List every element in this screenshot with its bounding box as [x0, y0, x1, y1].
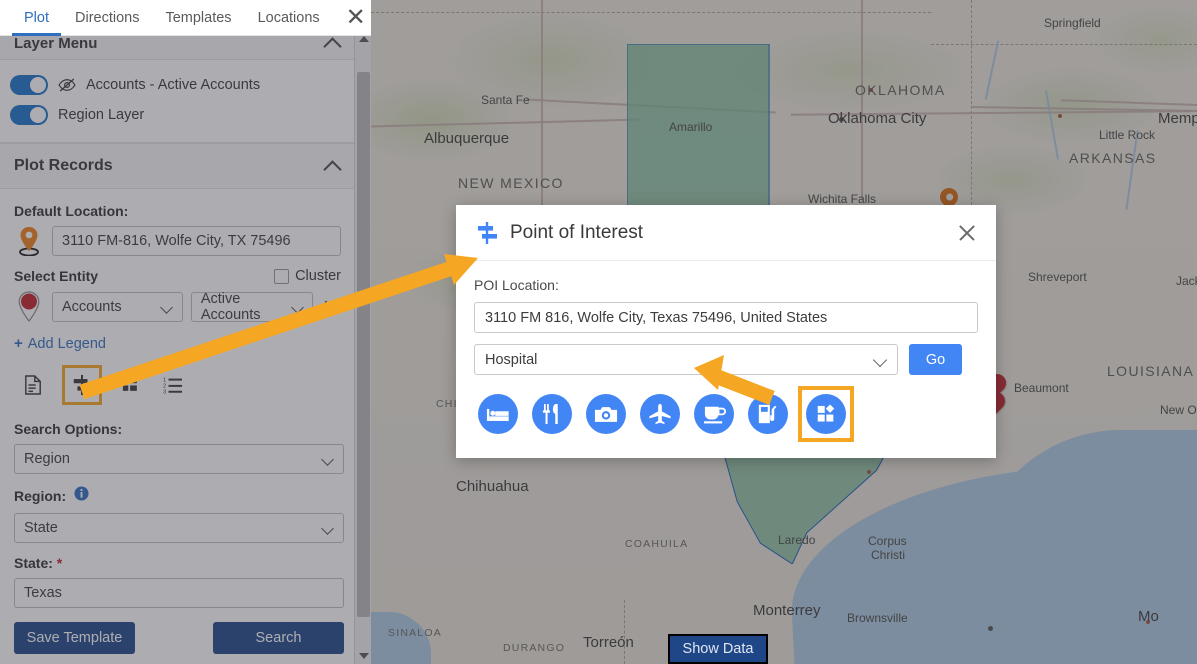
poi-signpost-icon[interactable] — [62, 365, 102, 405]
cafe-icon[interactable] — [694, 394, 734, 434]
restaurant-icon[interactable] — [532, 394, 572, 434]
tab-templates[interactable]: Templates — [165, 0, 231, 36]
region-select-value: State — [24, 520, 58, 536]
state-input[interactable] — [14, 578, 344, 608]
grid-icon[interactable] — [118, 372, 144, 398]
scroll-down-arrow-icon[interactable] — [355, 647, 371, 664]
go-button[interactable]: Go — [909, 344, 962, 375]
location-pin-icon — [14, 226, 44, 256]
lodging-icon[interactable] — [478, 394, 518, 434]
poi-chip-cafe[interactable] — [694, 394, 734, 434]
layer-label-region: Region Layer — [58, 107, 145, 123]
poi-location-input[interactable] — [474, 302, 978, 333]
poi-category-icons — [474, 386, 978, 442]
close-icon[interactable] — [956, 222, 978, 244]
poi-chip-gas-station[interactable] — [748, 394, 788, 434]
poi-category-value: Hospital — [485, 351, 538, 368]
entity-select-value: Accounts — [62, 299, 122, 315]
poi-chip-lodging[interactable] — [478, 394, 518, 434]
plot-mode-toolbar: 1 2 3 — [14, 365, 341, 405]
close-panel-icon[interactable]: ✕ — [346, 5, 366, 30]
entity-view-select-value: Active Accounts — [200, 291, 261, 323]
svg-text:1: 1 — [163, 377, 166, 383]
poi-category-select[interactable]: Hospital — [474, 344, 898, 375]
app-root: Springfield OKLAHOMA Oklahoma City Little R… — [0, 0, 1197, 664]
layer-toggle-accounts[interactable] — [10, 75, 48, 95]
default-location-label: Default Location: — [14, 203, 129, 219]
search-options-value: Region — [24, 451, 70, 467]
chevron-down-icon — [323, 523, 334, 534]
save-template-button[interactable]: Save Template — [14, 622, 135, 654]
numbered-list-icon[interactable]: 1 2 3 — [160, 372, 186, 398]
layer-row-region[interactable]: Region Layer — [0, 100, 355, 130]
panel-tabbar: Plot Directions Templates Locations ✕ — [0, 0, 371, 36]
eye-off-icon[interactable] — [58, 78, 76, 92]
chevron-down-icon — [323, 454, 334, 465]
search-button[interactable]: Search — [213, 622, 344, 654]
entity-pin-icon — [14, 291, 44, 323]
tab-directions[interactable]: Directions — [75, 0, 139, 36]
default-location-input[interactable] — [52, 226, 341, 256]
poi-chip-restaurant[interactable] — [532, 394, 572, 434]
tab-locations[interactable]: Locations — [258, 0, 320, 36]
poi-chip-attraction[interactable] — [586, 394, 626, 434]
chevron-down-icon — [293, 302, 303, 313]
poi-chip-airport[interactable] — [640, 394, 680, 434]
required-asterisk: * — [56, 555, 63, 571]
layer-row-accounts[interactable]: Accounts - Active Accounts — [0, 70, 355, 100]
region-select[interactable]: State — [14, 513, 344, 543]
chevron-up-icon — [325, 158, 341, 174]
cluster-label: Cluster — [295, 268, 341, 284]
state-label-text: State: — [14, 555, 53, 571]
info-icon[interactable] — [74, 486, 89, 506]
chevron-up-icon — [325, 35, 341, 51]
tab-plot[interactable]: Plot — [12, 0, 61, 36]
chevron-down-icon — [875, 354, 887, 366]
region-label: Region: — [14, 488, 67, 504]
chevron-down-icon — [162, 302, 173, 313]
plot-records-title: Plot Records — [14, 157, 113, 174]
gas-station-icon[interactable] — [748, 394, 788, 434]
select-entity-label: Select Entity — [14, 268, 99, 284]
clear-entity-icon[interactable] — [321, 297, 341, 317]
entity-view-select[interactable]: Active Accounts — [190, 291, 313, 323]
poi-signpost-icon — [474, 221, 500, 245]
plot-records-form: Default Location: Select Entity — [0, 189, 355, 654]
state-label: State: * — [14, 555, 341, 571]
hospital-icon[interactable] — [806, 394, 846, 434]
point-of-interest-dialog: Point of Interest POI Location: Hospital… — [456, 205, 996, 458]
sidebar-scroll-content: Layer Menu Accounts - Active Accounts Re… — [0, 26, 355, 664]
poi-location-label: POI Location: — [474, 277, 559, 293]
search-options-label: Search Options: — [14, 421, 123, 437]
layer-list: Accounts - Active Accounts Region Layer — [0, 60, 355, 143]
plot-records-header[interactable]: Plot Records — [0, 143, 355, 189]
dialog-body: POI Location: Hospital Go — [456, 261, 996, 442]
airport-icon[interactable] — [640, 394, 680, 434]
poi-chip-hospital[interactable] — [798, 386, 854, 442]
plus-icon: + — [14, 335, 23, 352]
entity-select[interactable]: Accounts — [52, 292, 183, 322]
search-options-select[interactable]: Region — [14, 444, 344, 474]
layer-label-accounts: Accounts - Active Accounts — [86, 77, 261, 93]
add-legend-button[interactable]: + Add Legend — [14, 335, 106, 352]
layer-menu-title: Layer Menu — [14, 34, 98, 52]
layer-toggle-region[interactable] — [10, 105, 48, 125]
svg-text:3: 3 — [163, 390, 166, 394]
camera-icon[interactable] — [586, 394, 626, 434]
dialog-header: Point of Interest — [456, 205, 996, 261]
scrollbar-thumb[interactable] — [357, 72, 370, 617]
cluster-checkbox[interactable] — [274, 268, 290, 284]
add-legend-label: Add Legend — [27, 335, 106, 352]
cluster-checkbox-group[interactable]: Cluster — [274, 268, 341, 284]
document-icon[interactable] — [20, 372, 46, 398]
show-data-button[interactable]: Show Data — [668, 634, 768, 664]
dialog-title: Point of Interest — [510, 221, 644, 243]
sidebar-scrollbar[interactable] — [354, 30, 371, 664]
plot-sidebar: Layer Menu Accounts - Active Accounts Re… — [0, 0, 371, 664]
